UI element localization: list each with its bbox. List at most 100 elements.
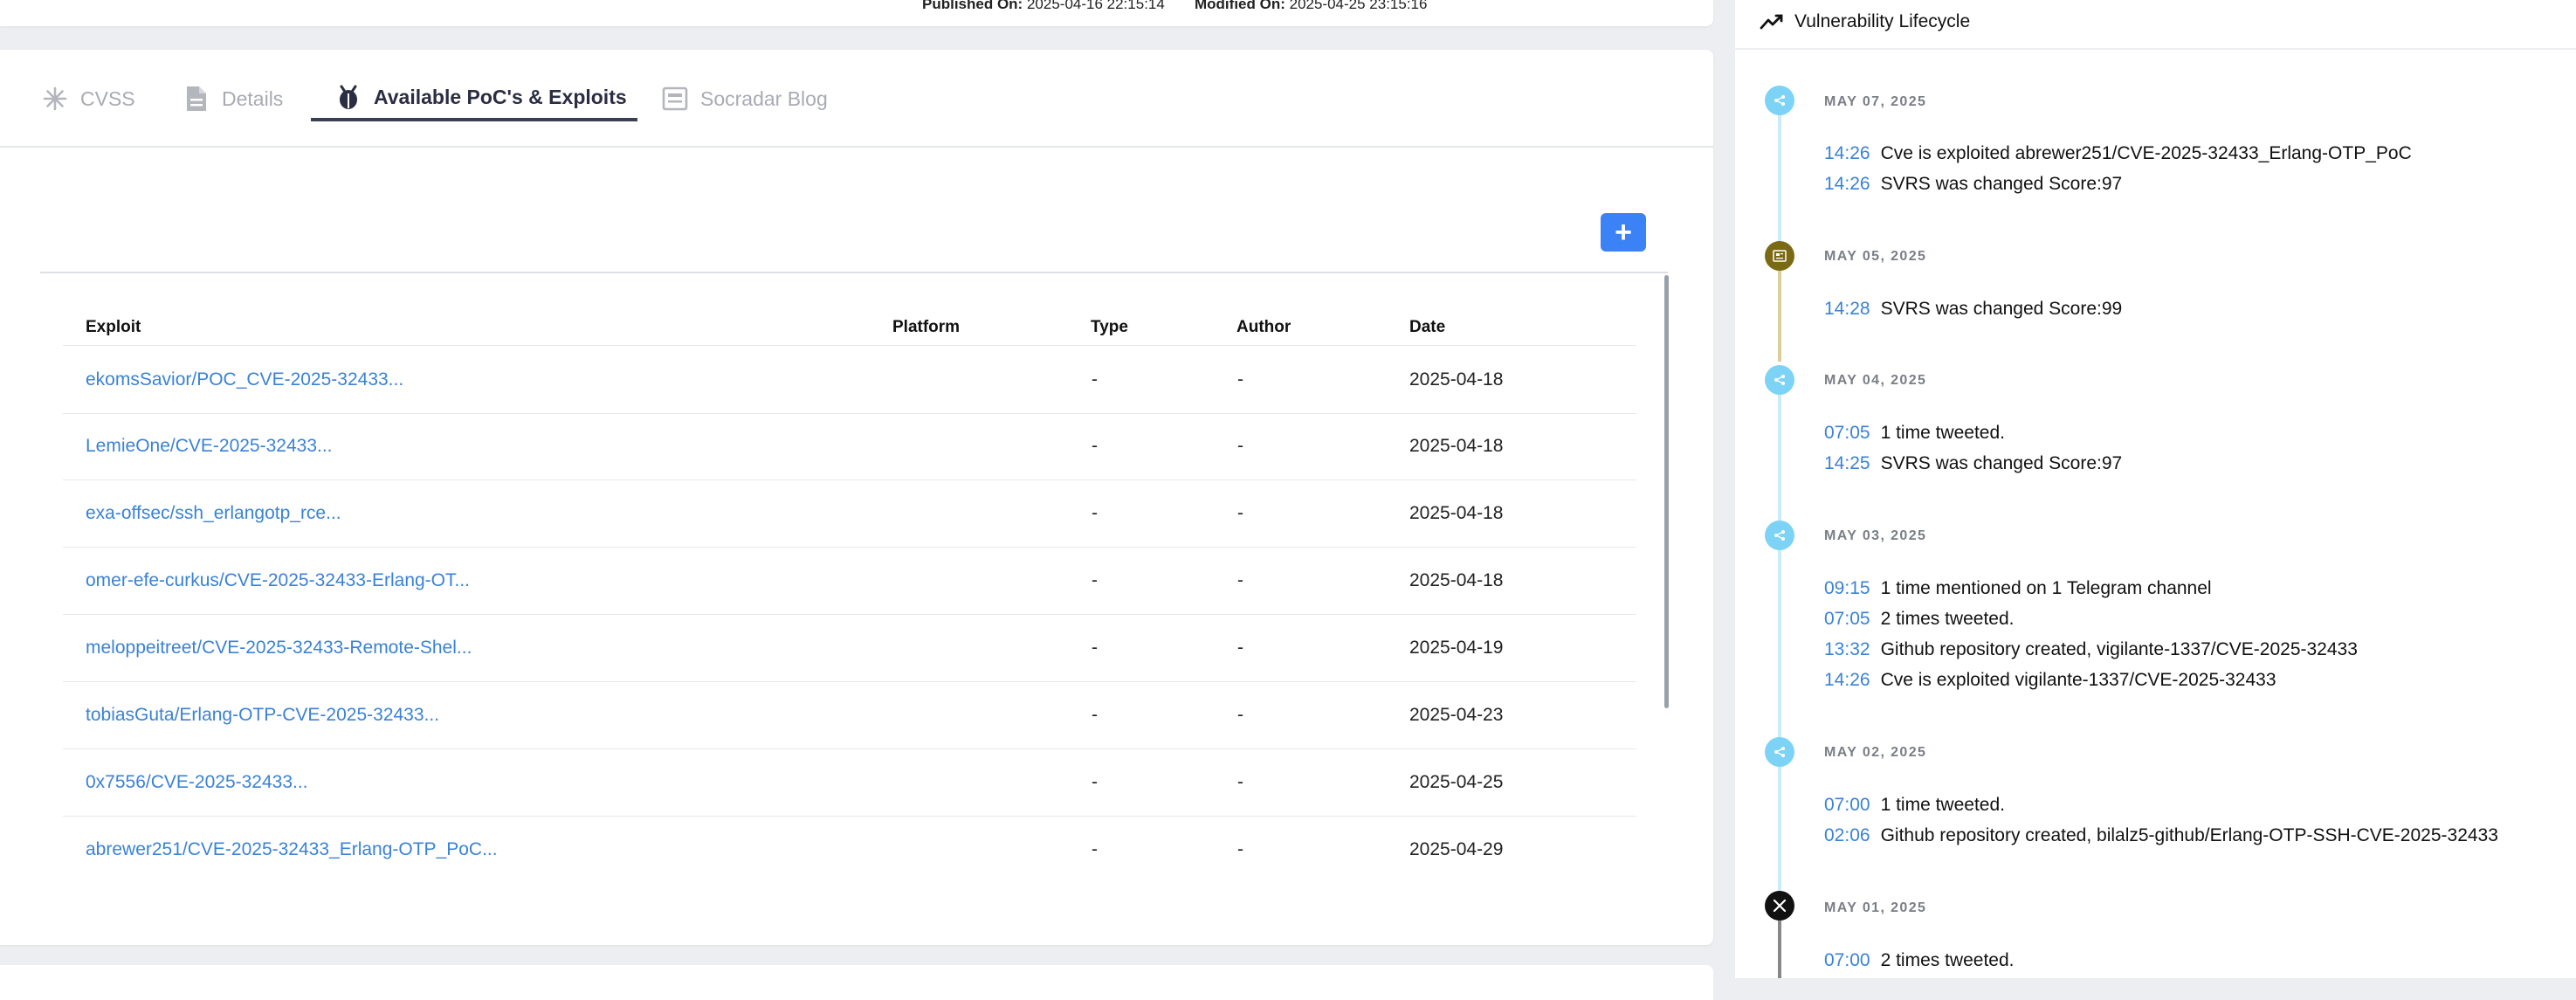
timeline-event: 14:25 SVRS was changed Score:97 [1824, 453, 2122, 474]
node-icon [1765, 86, 1794, 115]
event-time: 09:15 [1824, 578, 1870, 598]
col-date: Date [1409, 318, 1446, 336]
author-cell: - [1237, 772, 1243, 792]
type-cell: - [1092, 839, 1098, 859]
exploit-link[interactable]: exa-offsec/ssh_erlangotp_rce... [86, 503, 341, 524]
timeline-event: 14:26 Cve is exploited vigilante-1337/CVE… [1824, 670, 2276, 691]
timeline-event: 07:00 1 time tweeted. [1824, 795, 2005, 816]
x-logo-icon [1765, 891, 1794, 921]
date-cell: 2025-04-29 [1409, 839, 1504, 859]
timeline-connector [1778, 269, 1781, 362]
author-cell: - [1237, 839, 1243, 859]
published-on: Published On: 2025-04-16 22:15:14 [922, 0, 1165, 13]
exploit-link[interactable]: omer-efe-curkus/CVE-2025-32433-Erlang-OT… [86, 570, 470, 591]
type-cell: - [1092, 638, 1098, 658]
event-time: 02:06 [1824, 825, 1870, 845]
table-row: tobiasGuta/Erlang-OTP-CVE-2025-32433... … [63, 681, 1636, 749]
event-time: 14:26 [1824, 174, 1870, 194]
exploits-card: CVSS Details Available PoC's & Exploits … [0, 50, 1713, 945]
timeline-event: 14:26 Cve is exploited abrewer251/CVE-202… [1824, 143, 2412, 164]
timeline-date: MAY 05, 2025 [1824, 249, 1927, 264]
table-divider [40, 272, 1668, 273]
exploit-link[interactable]: meloppeitreet/CVE-2025-32433-Remote-Shel… [86, 638, 472, 659]
tab-details[interactable]: Details [183, 76, 283, 121]
timeline-connector [1778, 765, 1781, 894]
tab-socradar-blog[interactable]: Socradar Blog [662, 76, 828, 121]
table-row: meloppeitreet/CVE-2025-32433-Remote-Shel… [63, 614, 1636, 682]
timeline-date: MAY 07, 2025 [1824, 94, 1927, 109]
node-icon [1765, 737, 1794, 767]
author-cell: - [1237, 638, 1243, 658]
exploit-link[interactable]: LemieOne/CVE-2025-32433... [86, 436, 333, 457]
lifecycle-title: Vulnerability Lifecycle [1794, 11, 1971, 31]
timeline-date: MAY 01, 2025 [1824, 900, 1927, 915]
timeline-event: 02:06 Github repository created, bilalz5-… [1824, 825, 2498, 846]
timeline-connector [1778, 114, 1781, 241]
timeline-date: MAY 02, 2025 [1824, 745, 1927, 760]
table-row: abrewer251/CVE-2025-32433_Erlang-OTP_PoC… [63, 816, 1636, 883]
type-cell: - [1092, 772, 1098, 792]
exploit-link[interactable]: ekomsSavior/POC_CVE-2025-32433... [86, 369, 403, 390]
timeline-event: 13:32 Github repository created, vigilant… [1824, 639, 2358, 660]
tab-label: CVSS [80, 86, 135, 110]
event-text: Github repository created, vigilante-133… [1880, 639, 2358, 659]
tab-pocs-exploits[interactable]: Available PoC's & Exploits [311, 76, 637, 121]
timeline-event: 07:05 1 time tweeted. [1824, 423, 2005, 444]
timeline-event: 14:26 SVRS was changed Score:97 [1824, 174, 2122, 195]
event-text: 2 times tweeted. [1880, 609, 2015, 629]
date-cell: 2025-04-18 [1409, 436, 1504, 456]
event-text: SVRS was changed Score:99 [1880, 299, 2123, 319]
tab-bar: CVSS Details Available PoC's & Exploits … [0, 50, 1713, 148]
event-time: 14:26 [1824, 670, 1870, 690]
author-cell: - [1237, 369, 1243, 390]
bug-icon [335, 84, 362, 110]
timeline-connector [1778, 548, 1781, 749]
table-row: exa-offsec/ssh_erlangotp_rce... - - 2025… [63, 479, 1636, 548]
type-cell: - [1092, 570, 1098, 590]
next-card [0, 965, 1713, 1000]
tab-cvss[interactable]: CVSS [42, 76, 135, 121]
date-cell: 2025-04-23 [1409, 705, 1504, 725]
timeline-event: 14:28 SVRS was changed Score:99 [1824, 299, 2122, 320]
author-cell: - [1237, 436, 1243, 456]
type-cell: - [1092, 369, 1098, 390]
col-author: Author [1236, 318, 1291, 336]
node-icon [1765, 365, 1794, 395]
date-cell: 2025-04-18 [1409, 369, 1504, 390]
exploit-link[interactable]: tobiasGuta/Erlang-OTP-CVE-2025-32433... [86, 705, 439, 726]
table-row: omer-efe-curkus/CVE-2025-32433-Erlang-OT… [63, 547, 1636, 615]
event-time: 07:00 [1824, 950, 1870, 970]
tab-label: Available PoC's & Exploits [374, 85, 627, 108]
col-platform: Platform [892, 318, 961, 336]
timeline-connector [1778, 393, 1781, 521]
add-exploit-button[interactable]: + [1601, 213, 1646, 252]
event-text: 1 time mentioned on 1 Telegram channel [1880, 578, 2212, 598]
type-cell: - [1092, 436, 1098, 456]
timeline-date: MAY 03, 2025 [1824, 528, 1927, 543]
table-row: ekomsSavior/POC_CVE-2025-32433... - - 20… [63, 345, 1636, 414]
timeline-date: MAY 04, 2025 [1824, 373, 1927, 388]
event-time: 07:05 [1824, 609, 1870, 629]
type-cell: - [1092, 705, 1098, 725]
cve-meta-card: Published On: 2025-04-16 22:15:14 Modifi… [0, 0, 1713, 26]
event-text: Github repository created, bilalz5-githu… [1880, 825, 2498, 845]
date-cell: 2025-04-19 [1409, 638, 1504, 658]
timeline-event: 07:00 2 times tweeted. [1824, 950, 2014, 971]
exploit-link[interactable]: abrewer251/CVE-2025-32433_Erlang-OTP_PoC… [86, 839, 498, 860]
date-cell: 2025-04-18 [1409, 503, 1504, 523]
exploit-link[interactable]: 0x7556/CVE-2025-32433... [86, 772, 308, 793]
published-label: Published On: [922, 0, 1023, 12]
event-text: 2 times tweeted. [1880, 950, 2015, 970]
plus-icon: + [1615, 216, 1632, 249]
col-exploit: Exploit [86, 318, 141, 336]
event-text: 1 time tweeted. [1880, 795, 2005, 815]
event-text: SVRS was changed Score:97 [1880, 453, 2123, 473]
author-cell: - [1237, 705, 1243, 725]
timeline-event: 09:15 1 time mentioned on 1 Telegram chan… [1824, 578, 2212, 599]
modified-label: Modified On: [1195, 0, 1285, 12]
scrollbar-thumb[interactable] [1664, 275, 1669, 708]
document-icon [183, 86, 210, 112]
modified-on: Modified On: 2025-04-25 23:15:16 [1195, 0, 1427, 13]
event-time: 14:25 [1824, 453, 1870, 473]
modified-value: 2025-04-25 23:15:16 [1289, 0, 1428, 12]
